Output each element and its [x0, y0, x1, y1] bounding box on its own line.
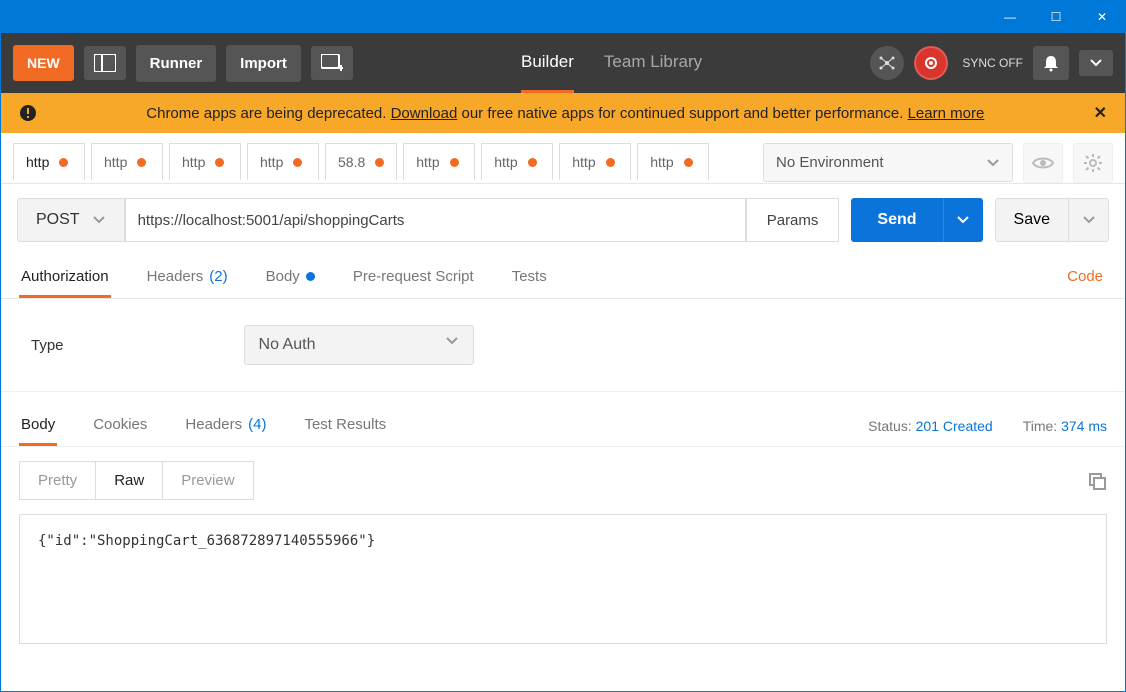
response-tab-headers[interactable]: Headers (4): [183, 406, 268, 446]
auth-type-label: Type: [31, 337, 64, 354]
chevron-down-icon: [956, 215, 970, 225]
response-tab-body[interactable]: Body: [19, 406, 57, 446]
view-pretty[interactable]: Pretty: [19, 461, 96, 500]
request-tabs-row: http http http http 58.8 http http http …: [1, 133, 1125, 184]
new-tab-button[interactable]: [311, 46, 353, 80]
view-preview[interactable]: Preview: [162, 461, 253, 500]
save-options-button[interactable]: [1069, 198, 1109, 242]
environment-preview-button[interactable]: [1023, 143, 1063, 183]
notifications-button[interactable]: [1033, 46, 1069, 80]
app-toolbar: NEW Runner Import Builder Team Library S…: [1, 33, 1125, 93]
maximize-button[interactable]: ☐: [1033, 1, 1079, 33]
request-tab[interactable]: http: [247, 143, 319, 180]
learn-more-link[interactable]: Learn more: [908, 105, 985, 122]
tab-tests[interactable]: Tests: [510, 258, 549, 298]
copy-icon: [1087, 471, 1107, 491]
response-tabs: Body Cookies Headers (4) Test Results St…: [1, 392, 1125, 447]
request-tab[interactable]: http: [91, 143, 163, 180]
import-button[interactable]: Import: [226, 45, 301, 82]
warning-icon: [19, 104, 37, 122]
environment-select[interactable]: No Environment: [763, 143, 1013, 182]
unsaved-dot-icon: [375, 158, 384, 167]
request-tab[interactable]: http: [559, 143, 631, 180]
unsaved-dot-icon: [606, 158, 615, 167]
download-link[interactable]: Download: [391, 105, 458, 122]
chevron-down-icon: [445, 336, 459, 346]
eye-icon: [1032, 156, 1054, 170]
request-tab[interactable]: http: [637, 143, 709, 180]
response-tab-tests[interactable]: Test Results: [302, 406, 388, 446]
response-body[interactable]: {"id":"ShoppingCart_636872897140555966"}: [19, 514, 1107, 644]
request-tab[interactable]: http: [169, 143, 241, 180]
chevron-down-icon: [1082, 215, 1096, 225]
request-config-tabs: Authorization Headers (2) Body Pre-reque…: [1, 252, 1125, 299]
new-button[interactable]: NEW: [13, 45, 74, 81]
http-method-select[interactable]: POST: [17, 198, 125, 242]
unsaved-dot-icon: [215, 158, 224, 167]
code-link[interactable]: Code: [1063, 258, 1107, 298]
window-titlebar: — ☐ ✕: [1, 1, 1125, 33]
response-status: Status: 201 Created Time: 374 ms: [868, 418, 1107, 434]
url-input[interactable]: https://localhost:5001/api/shoppingCarts: [125, 198, 746, 242]
send-button[interactable]: Send: [851, 198, 942, 242]
auth-type-select[interactable]: No Auth: [244, 325, 474, 365]
request-tab[interactable]: http: [403, 143, 475, 180]
sync-status-icon[interactable]: [914, 46, 948, 80]
tab-team-library[interactable]: Team Library: [604, 33, 702, 93]
chevron-down-icon: [92, 215, 106, 225]
sync-label: SYNC OFF: [962, 56, 1023, 70]
unsaved-dot-icon: [137, 158, 146, 167]
settings-dropdown[interactable]: [1079, 50, 1113, 76]
banner-message: Chrome apps are being deprecated. Downlo…: [47, 105, 1084, 122]
request-tab[interactable]: http: [481, 143, 553, 180]
tab-body[interactable]: Body: [264, 258, 317, 298]
time-value: 374 ms: [1061, 418, 1107, 434]
unsaved-dot-icon: [684, 158, 693, 167]
unsaved-dot-icon: [528, 158, 537, 167]
status-value: 201 Created: [916, 418, 993, 434]
body-indicator-icon: [306, 272, 315, 281]
request-tab[interactable]: http: [13, 143, 85, 180]
gear-icon: [1083, 153, 1103, 173]
tab-builder[interactable]: Builder: [521, 33, 574, 93]
layout-toggle-button[interactable]: [84, 46, 126, 80]
minimize-button[interactable]: —: [987, 1, 1033, 33]
view-raw[interactable]: Raw: [95, 461, 163, 500]
environment-settings-button[interactable]: [1073, 143, 1113, 183]
unsaved-dot-icon: [59, 158, 68, 167]
deprecation-banner: Chrome apps are being deprecated. Downlo…: [1, 93, 1125, 133]
save-button[interactable]: Save: [995, 198, 1069, 242]
auth-row: Type No Auth: [1, 299, 1125, 392]
tab-prerequest[interactable]: Pre-request Script: [351, 258, 476, 298]
request-row: POST https://localhost:5001/api/shopping…: [1, 184, 1125, 252]
unsaved-dot-icon: [450, 158, 459, 167]
interceptor-icon[interactable]: [870, 46, 904, 80]
response-tab-cookies[interactable]: Cookies: [91, 406, 149, 446]
close-button[interactable]: ✕: [1079, 1, 1125, 33]
runner-button[interactable]: Runner: [136, 45, 217, 82]
params-button[interactable]: Params: [746, 198, 840, 242]
toolbar-right-cluster: SYNC OFF: [870, 46, 1113, 80]
tab-authorization[interactable]: Authorization: [19, 258, 111, 298]
unsaved-dot-icon: [293, 158, 302, 167]
send-options-button[interactable]: [943, 198, 983, 242]
copy-response-button[interactable]: [1087, 471, 1107, 491]
request-tab[interactable]: 58.8: [325, 143, 397, 180]
banner-close-button[interactable]: ✕: [1094, 103, 1107, 123]
main-nav-tabs: Builder Team Library: [363, 33, 860, 93]
chevron-down-icon: [986, 158, 1000, 168]
request-tabs: http http http http 58.8 http http http …: [13, 143, 753, 180]
response-view-tabs: Pretty Raw Preview: [1, 447, 1125, 514]
tab-headers[interactable]: Headers (2): [145, 258, 230, 298]
